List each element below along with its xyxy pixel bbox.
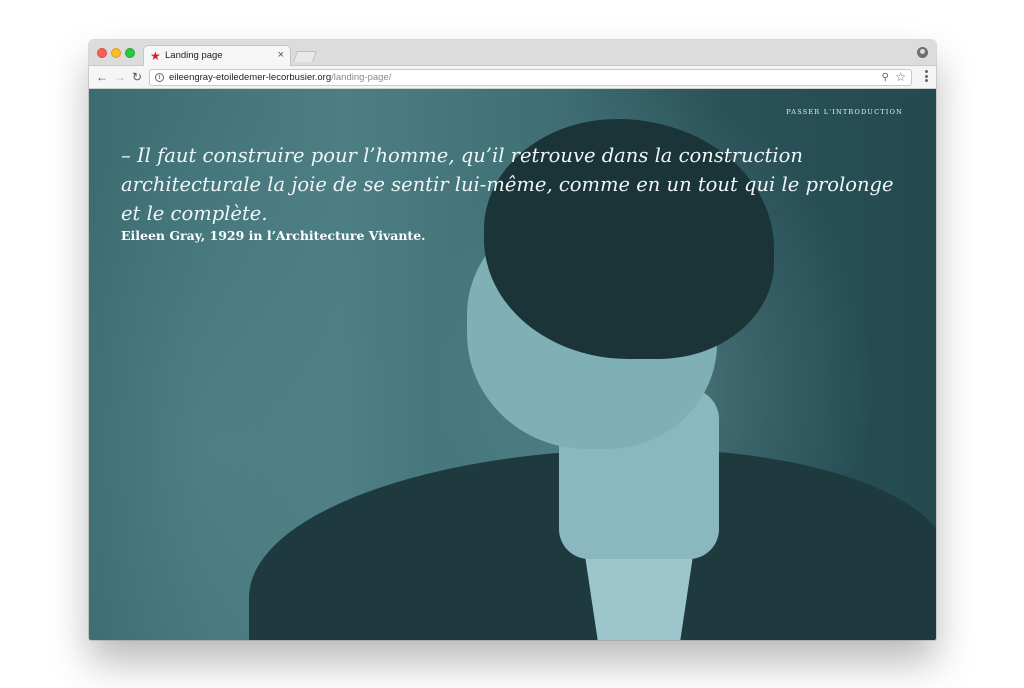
zoom-icon[interactable]: ⚲ bbox=[882, 71, 889, 84]
bookmark-star-icon[interactable]: ☆ bbox=[895, 70, 906, 84]
quote-attribution: Eileen Gray, 1929 in l’Architecture Viva… bbox=[121, 228, 426, 243]
url-host: eileengray-etoiledemer-lecorbusier.org bbox=[169, 72, 332, 83]
browser-menu-icon[interactable] bbox=[925, 70, 928, 83]
profile-icon[interactable] bbox=[917, 47, 928, 58]
tab-landing-page[interactable]: ★ Landing page × bbox=[143, 45, 291, 67]
close-window-button[interactable] bbox=[97, 48, 107, 58]
skip-intro-link[interactable]: PASSER L'INTRODUCTION bbox=[786, 108, 903, 116]
forward-arrow-icon[interactable]: → bbox=[114, 70, 126, 84]
url-text[interactable]: eileengray-etoiledemer-lecorbusier.org/l… bbox=[169, 72, 391, 84]
back-arrow-icon[interactable]: ← bbox=[96, 70, 108, 84]
tab-bar: ★ Landing page × bbox=[89, 40, 936, 67]
page-viewport: PASSER L'INTRODUCTION – Il faut construi… bbox=[89, 89, 936, 640]
new-tab-button[interactable] bbox=[292, 51, 318, 62]
red-star-icon: ★ bbox=[150, 49, 161, 63]
tab-close-icon[interactable]: × bbox=[278, 49, 284, 62]
tab-title: Landing page bbox=[165, 50, 223, 61]
intro-quote: – Il faut construire pour l’homme, qu’il… bbox=[121, 144, 894, 225]
minimize-window-button[interactable] bbox=[111, 48, 121, 58]
reload-icon[interactable]: ↻ bbox=[132, 70, 142, 84]
address-bar[interactable]: i eileengray-etoiledemer-lecorbusier.org… bbox=[149, 69, 912, 86]
info-icon[interactable]: i bbox=[155, 73, 164, 82]
browser-window: ★ Landing page × ← → ↻ i eileengray-etoi… bbox=[89, 40, 936, 640]
browser-toolbar: ← → ↻ i eileengray-etoiledemer-lecorbusi… bbox=[89, 66, 936, 89]
maximize-window-button[interactable] bbox=[125, 48, 135, 58]
url-path: /landing-page/ bbox=[331, 72, 392, 83]
